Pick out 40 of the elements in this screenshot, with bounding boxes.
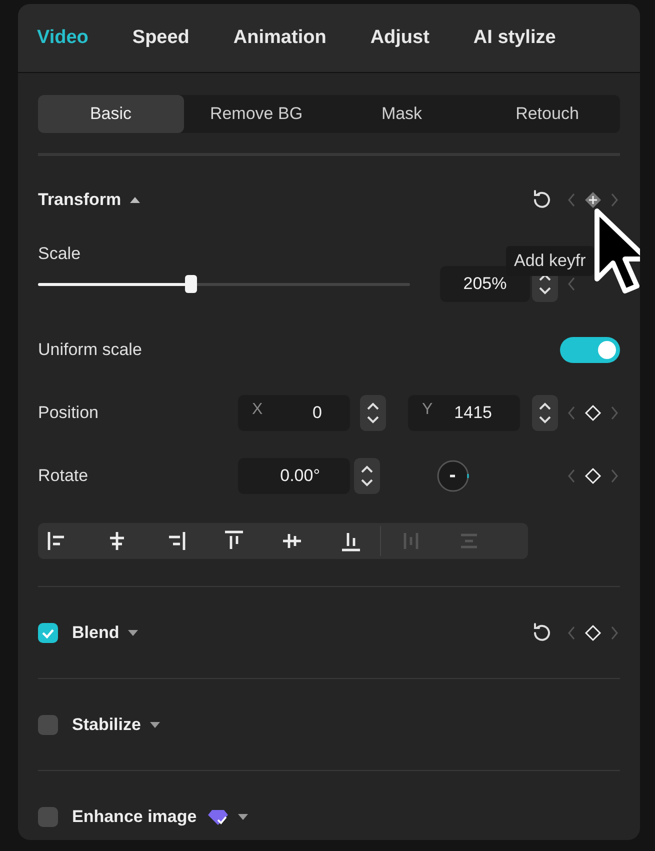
position-label: Position [38, 402, 100, 422]
tooltip: Add keyfr [506, 246, 594, 276]
section-title: Blend [72, 622, 120, 642]
subtab[interactable]: Remove BG [184, 95, 329, 133]
subtab[interactable]: Mask [329, 95, 474, 133]
checkbox[interactable] [38, 714, 58, 734]
subtab[interactable]: Retouch [474, 95, 620, 133]
uniform-scale-label: Uniform scale [38, 340, 142, 360]
tab[interactable]: Animation [233, 27, 326, 49]
stepper-icon[interactable] [360, 394, 386, 430]
gem-icon [206, 808, 229, 826]
scale-slider[interactable] [38, 275, 410, 293]
rotate-field[interactable]: 0.00° [238, 458, 350, 494]
scale-label: Scale [38, 244, 81, 263]
toggle-switch[interactable] [560, 336, 620, 362]
caret-icon[interactable] [148, 720, 161, 728]
subtab[interactable]: Basic [38, 95, 184, 133]
y-field[interactable]: Y 1415 [408, 394, 520, 430]
stepper-icon[interactable] [354, 458, 380, 494]
tab[interactable]: AI stylize [473, 27, 556, 49]
keyframe-icon[interactable] [566, 622, 620, 642]
caret-icon[interactable] [129, 196, 142, 204]
section-title: Stabilize [72, 714, 141, 734]
keyframe-icon[interactable] [566, 190, 620, 210]
section-title: Transform [38, 190, 122, 210]
x-field[interactable]: X 0 [238, 394, 350, 430]
scale-field[interactable]: 205% [440, 266, 530, 302]
keyframe-icon[interactable] [566, 402, 620, 422]
caret-icon[interactable] [127, 628, 140, 636]
tab[interactable]: Adjust [370, 27, 430, 49]
checkbox[interactable] [38, 806, 58, 826]
section-title: Enhance image [72, 806, 197, 826]
stepper-icon[interactable] [532, 394, 558, 430]
rotate-label: Rotate [38, 466, 90, 486]
cursor-icon [593, 208, 640, 294]
keyframe-icon[interactable] [566, 466, 620, 486]
tab[interactable]: Video [37, 27, 88, 49]
tab[interactable]: Speed [132, 27, 190, 49]
caret-icon[interactable] [236, 812, 249, 820]
checkbox[interactable] [38, 622, 58, 642]
